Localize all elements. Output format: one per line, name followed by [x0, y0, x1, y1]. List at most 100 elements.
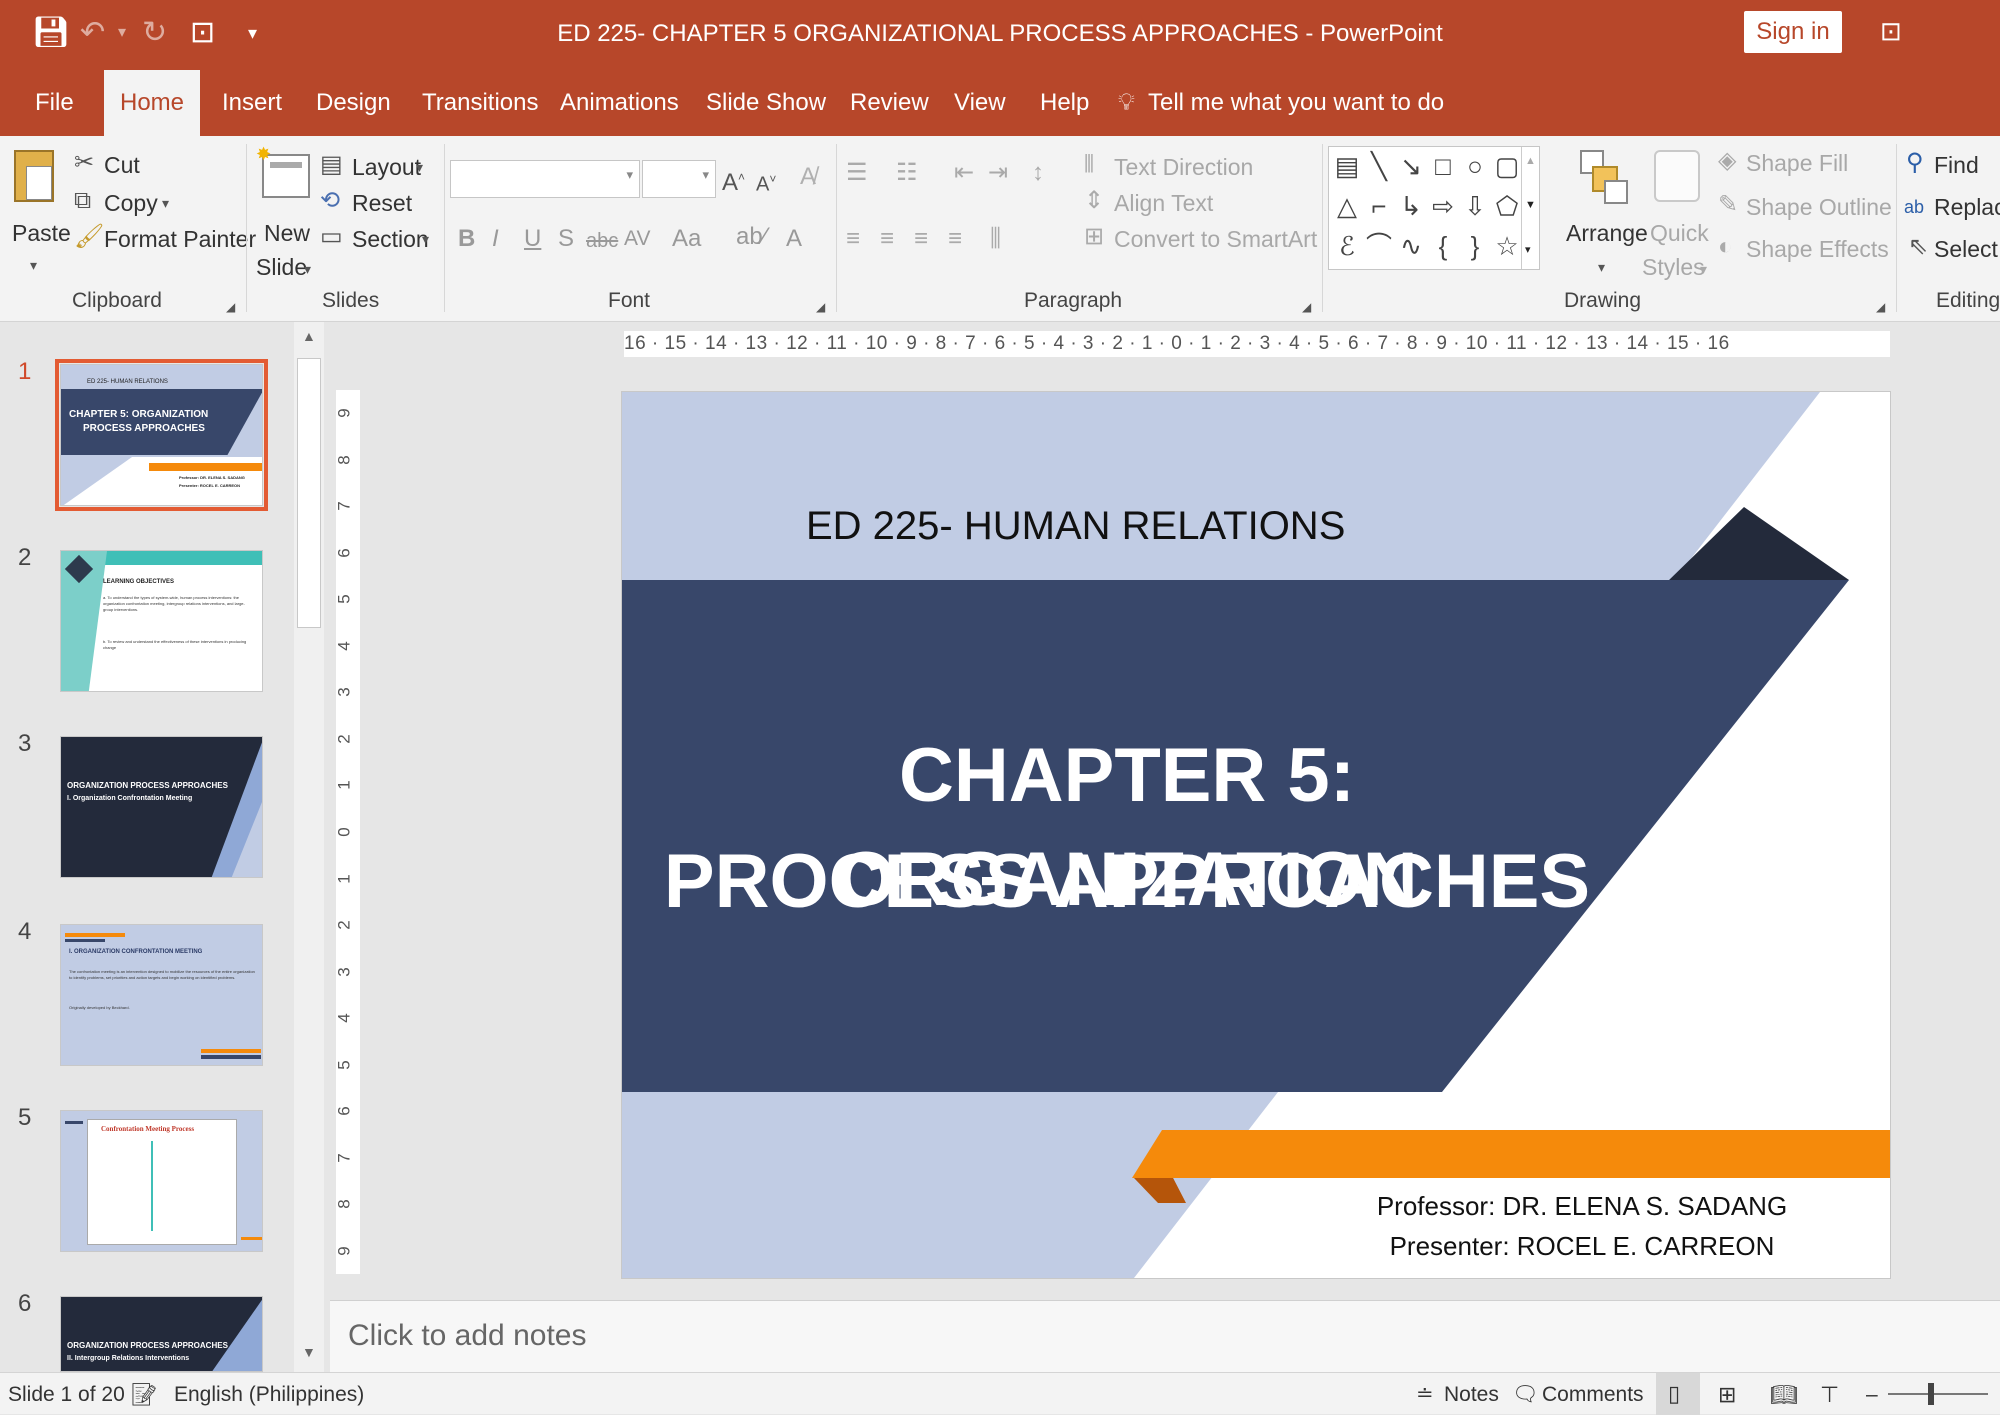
freeform-shape-icon[interactable]: ℰ	[1331, 231, 1363, 261]
scroll-down-icon[interactable]: ▼	[302, 1344, 316, 1360]
tab-design[interactable]: Design	[316, 86, 391, 120]
change-case-button[interactable]: Aa	[672, 224, 701, 254]
section-dropdown-icon[interactable]: ▾	[422, 224, 429, 254]
font-launcher-icon[interactable]: ◢	[816, 292, 825, 322]
rectangle-shape-icon[interactable]: □	[1427, 151, 1459, 181]
cut-button[interactable]: Cut	[104, 150, 140, 180]
copy-dropdown-icon[interactable]: ▾	[162, 188, 169, 218]
slide-counter[interactable]: Slide 1 of 20	[8, 1383, 125, 1407]
scrollbar-thumb[interactable]	[297, 358, 321, 628]
slide-title-line-2[interactable]: PROCESS APPROACHES	[622, 830, 1632, 934]
find-button[interactable]: Find	[1934, 150, 1979, 180]
comments-toggle[interactable]: Comments	[1542, 1383, 1644, 1407]
thumbnail-slide-6[interactable]: ORGANIZATION PROCESS APPROACHES II. Inte…	[60, 1296, 263, 1372]
gallery-scroll[interactable]: ▲ ▼ ▾	[1521, 147, 1539, 269]
slide-header-text[interactable]: ED 225- HUMAN RELATIONS	[806, 504, 1345, 549]
slide-sorter-view-icon[interactable]: ⊞	[1718, 1383, 1736, 1407]
new-slide-dropdown-icon[interactable]: ▾	[304, 254, 311, 284]
align-text-button[interactable]: Align Text	[1114, 188, 1213, 218]
quick-styles-label-1[interactable]: Quick	[1650, 218, 1709, 248]
italic-button[interactable]: I	[492, 224, 499, 254]
normal-view-button[interactable]: ▯	[1656, 1373, 1700, 1415]
reading-view-icon[interactable]: 📖︎	[1770, 1383, 1798, 1407]
align-left-icon[interactable]: ≡	[846, 224, 860, 254]
paste-button[interactable]: Paste	[12, 218, 71, 248]
right-brace-shape-icon[interactable]: }	[1459, 231, 1491, 261]
layout-dropdown-icon[interactable]: ▾	[416, 152, 423, 182]
tab-insert[interactable]: Insert	[222, 86, 282, 120]
star-shape-icon[interactable]: ☆	[1491, 231, 1523, 261]
new-slide-icon[interactable]: ✸	[256, 144, 310, 198]
tab-review[interactable]: Review	[850, 86, 929, 120]
columns-icon[interactable]: ⫼	[990, 224, 1001, 254]
arrange-button[interactable]: Arrange	[1566, 218, 1648, 248]
thumbnail-slide-1[interactable]: ED 225- HUMAN RELATIONS CHAPTER 5: ORGAN…	[55, 359, 268, 511]
thumbnail-slide-4[interactable]: I. ORGANIZATION CONFRONTATION MEETING Th…	[60, 924, 263, 1066]
paste-icon[interactable]	[14, 150, 54, 202]
quick-styles-dropdown-icon[interactable]: ▾	[1700, 254, 1707, 284]
scroll-up-icon[interactable]: ▲	[302, 328, 316, 344]
rounded-rectangle-shape-icon[interactable]: ▢	[1491, 151, 1523, 181]
sign-in-button[interactable]: Sign in	[1744, 11, 1842, 53]
replace-button[interactable]: Replace	[1934, 192, 2000, 222]
increase-indent-icon[interactable]: ⇥	[988, 158, 1008, 188]
reset-button[interactable]: Reset	[352, 188, 412, 218]
arrow-line-shape-icon[interactable]: ↘	[1395, 151, 1427, 181]
left-brace-shape-icon[interactable]: {	[1427, 231, 1459, 261]
elbow-connector-shape-icon[interactable]: ⌐	[1363, 191, 1395, 221]
down-arrow-shape-icon[interactable]: ⇩	[1459, 191, 1491, 221]
quick-styles-icon[interactable]	[1654, 150, 1700, 202]
text-direction-button[interactable]: Text Direction	[1114, 152, 1253, 182]
shapes-gallery[interactable]: ▤ ╲ ↘ □ ○ ▢ △ ⌐ ↳ ⇨ ⇩ ⬠ ℰ ⌒ ∿ { } ☆ ▲ ▼ ▾	[1328, 146, 1540, 270]
tab-file[interactable]: File	[35, 86, 74, 120]
tab-transitions[interactable]: Transitions	[422, 86, 538, 120]
justify-icon[interactable]: ≡	[948, 224, 962, 254]
clear-formatting-icon[interactable]: A̸	[800, 162, 816, 192]
zoom-out-icon[interactable]: –	[1866, 1383, 1878, 1407]
notes-toggle[interactable]: Notes	[1444, 1383, 1499, 1407]
numbering-icon[interactable]: ☷	[896, 158, 918, 188]
quick-styles-label-2[interactable]: Styles	[1642, 252, 1705, 282]
thumbnail-slide-3[interactable]: ORGANIZATION PROCESS APPROACHES I. Organ…	[60, 736, 263, 878]
curve-shape-icon[interactable]: ∿	[1395, 231, 1427, 261]
convert-smartart-button[interactable]: Convert to SmartArt	[1114, 224, 1317, 254]
align-right-icon[interactable]: ≡	[914, 224, 928, 254]
triangle-shape-icon[interactable]: △	[1331, 191, 1363, 221]
slide-show-view-icon[interactable]: ⊤	[1820, 1383, 1839, 1407]
paragraph-launcher-icon[interactable]: ◢	[1302, 292, 1311, 322]
zoom-slider[interactable]	[1888, 1393, 1988, 1395]
oval-shape-icon[interactable]: ○	[1459, 151, 1491, 181]
font-color-button[interactable]: A	[786, 224, 802, 254]
layout-button[interactable]: Layout	[352, 152, 421, 182]
grow-font-icon[interactable]: A˄	[722, 162, 745, 198]
decrease-indent-icon[interactable]: ⇤	[954, 158, 974, 188]
tab-view[interactable]: View	[954, 86, 1006, 120]
section-button[interactable]: Section	[352, 224, 429, 254]
snip-shape-icon[interactable]: ⬠	[1491, 191, 1523, 221]
bold-button[interactable]: B	[458, 224, 475, 254]
strikethrough-button[interactable]: abc	[586, 226, 618, 256]
new-slide-label-2[interactable]: Slide	[256, 252, 307, 282]
font-name-combobox[interactable]: ▾	[450, 160, 640, 198]
notes-pane[interactable]: Click to add notes	[330, 1300, 2000, 1372]
thumbnail-slide-2[interactable]: LEARNING OBJECTIVES a. To understand the…	[60, 550, 263, 692]
language-indicator[interactable]: English (Philippines)	[174, 1383, 364, 1407]
thumbnail-slide-5[interactable]: Confrontation Meeting Process	[60, 1110, 263, 1252]
tab-animations[interactable]: Animations	[560, 86, 679, 120]
select-button[interactable]: Select	[1934, 234, 1998, 264]
tab-slide-show[interactable]: Slide Show	[706, 86, 826, 120]
text-box-shape-icon[interactable]: ▤	[1331, 151, 1363, 181]
tab-home[interactable]: Home	[104, 70, 200, 136]
new-slide-label-1[interactable]: New	[264, 218, 310, 248]
drawing-launcher-icon[interactable]: ◢	[1876, 292, 1885, 322]
shape-outline-button[interactable]: Shape Outline	[1746, 192, 1892, 222]
right-arrow-shape-icon[interactable]: ⇨	[1427, 191, 1459, 221]
notes-placeholder[interactable]: Click to add notes	[348, 1319, 586, 1353]
elbow-arrow-shape-icon[interactable]: ↳	[1395, 191, 1427, 221]
font-size-combobox[interactable]: ▾	[642, 160, 716, 198]
spelling-check-icon[interactable]: 📝︎	[130, 1383, 158, 1407]
line-shape-icon[interactable]: ╲	[1363, 151, 1395, 181]
arrange-dropdown-icon[interactable]: ▾	[1598, 252, 1605, 282]
zoom-slider-thumb[interactable]	[1928, 1383, 1934, 1405]
highlight-icon[interactable]: ab⁄	[736, 222, 767, 252]
